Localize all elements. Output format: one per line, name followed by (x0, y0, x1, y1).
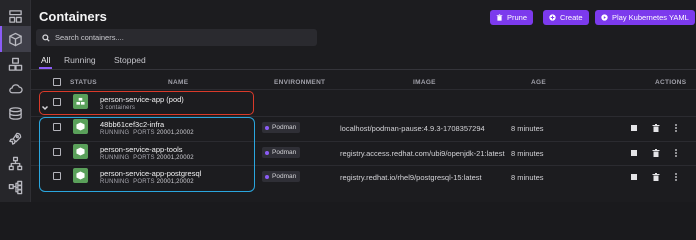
container-age: 8 minutes (511, 124, 544, 133)
nav-extensions[interactable] (0, 174, 31, 200)
prune-label: Prune (507, 13, 528, 22)
podman-dot-icon (265, 150, 269, 155)
search-input[interactable] (55, 33, 305, 42)
tabs: All Running Stopped (31, 55, 696, 69)
environment-badge: Podman (262, 147, 301, 158)
environment-badge: Podman (262, 122, 301, 133)
column-status[interactable]: STATUS (70, 79, 97, 86)
stop-icon (631, 174, 637, 180)
container-age: 8 minutes (511, 149, 544, 158)
nav-volumes[interactable] (0, 100, 31, 126)
page-title: Containers (39, 9, 107, 24)
stop-button[interactable] (629, 123, 639, 133)
column-image[interactable]: IMAGE (413, 79, 436, 86)
trash-icon (496, 14, 503, 21)
sidebar (0, 0, 31, 202)
network-icon (8, 156, 23, 170)
stop-button[interactable] (629, 172, 639, 182)
container-image: localhost/podman-pause:4.9.3-1708357294 (340, 124, 485, 133)
nav-network[interactable] (0, 150, 31, 176)
play-kubernetes-yaml-button[interactable]: Play Kubernetes YAML (595, 10, 695, 25)
prune-button[interactable]: Prune (490, 10, 534, 25)
nav-containers[interactable] (0, 26, 31, 52)
column-age[interactable]: AGE (531, 79, 546, 86)
volumes-icon (9, 106, 22, 120)
more-vertical-icon (675, 124, 677, 132)
kebab-menu-button[interactable] (671, 148, 681, 158)
create-label: Create (560, 13, 583, 22)
nav-pods[interactable] (0, 51, 31, 77)
trash-icon (652, 149, 660, 157)
container-image: registry.redhat.io/rhel9/postgresql-15:l… (340, 173, 482, 182)
container-cube-icon (9, 32, 22, 46)
search-bar (36, 29, 317, 46)
delete-button[interactable] (651, 148, 661, 158)
containers-highlight-box (39, 117, 255, 192)
stop-icon (631, 125, 637, 131)
main-panel: Containers Prune Create Play Kubernetes … (31, 0, 696, 202)
select-all-checkbox[interactable] (53, 78, 61, 86)
search-icon (42, 33, 50, 42)
column-environment[interactable]: ENVIRONMENT (274, 79, 325, 86)
podman-dot-icon (265, 125, 269, 130)
trash-icon (652, 173, 660, 181)
play-kubernetes-yaml-label: Play Kubernetes YAML (612, 13, 689, 22)
plus-circle-icon (549, 14, 556, 21)
nav-kubernetes[interactable] (0, 75, 31, 101)
cloud-icon (9, 83, 23, 93)
rocket-icon (9, 132, 22, 145)
nav-deploy[interactable] (0, 125, 31, 151)
create-button[interactable]: Create (543, 10, 589, 25)
header-divider (31, 89, 696, 90)
tab-stopped[interactable]: Stopped (114, 55, 146, 69)
delete-button[interactable] (651, 172, 661, 182)
column-name[interactable]: NAME (168, 79, 188, 86)
play-circle-icon (601, 14, 608, 21)
container-image: registry.access.redhat.com/ubi9/openjdk-… (340, 149, 505, 158)
dashboard-icon (9, 9, 22, 23)
environment-label: Podman (272, 149, 297, 156)
stop-icon (631, 150, 637, 156)
environment-label: Podman (272, 124, 297, 131)
extensions-icon (8, 180, 23, 194)
pod-highlight-box (39, 91, 254, 115)
tab-all[interactable]: All (38, 55, 54, 69)
tabs-divider (31, 69, 696, 70)
environment-badge: Podman (262, 171, 301, 182)
delete-button[interactable] (651, 123, 661, 133)
trash-icon (652, 124, 660, 132)
tab-running[interactable]: Running (64, 55, 96, 69)
environment-label: Podman (272, 173, 297, 180)
column-actions: ACTIONS (655, 79, 687, 86)
podman-dot-icon (265, 174, 269, 179)
kebab-menu-button[interactable] (671, 172, 681, 182)
more-vertical-icon (675, 173, 677, 181)
stop-button[interactable] (629, 148, 639, 158)
more-vertical-icon (675, 149, 677, 157)
pods-icon (8, 57, 23, 71)
kebab-menu-button[interactable] (671, 123, 681, 133)
container-age: 8 minutes (511, 173, 544, 182)
